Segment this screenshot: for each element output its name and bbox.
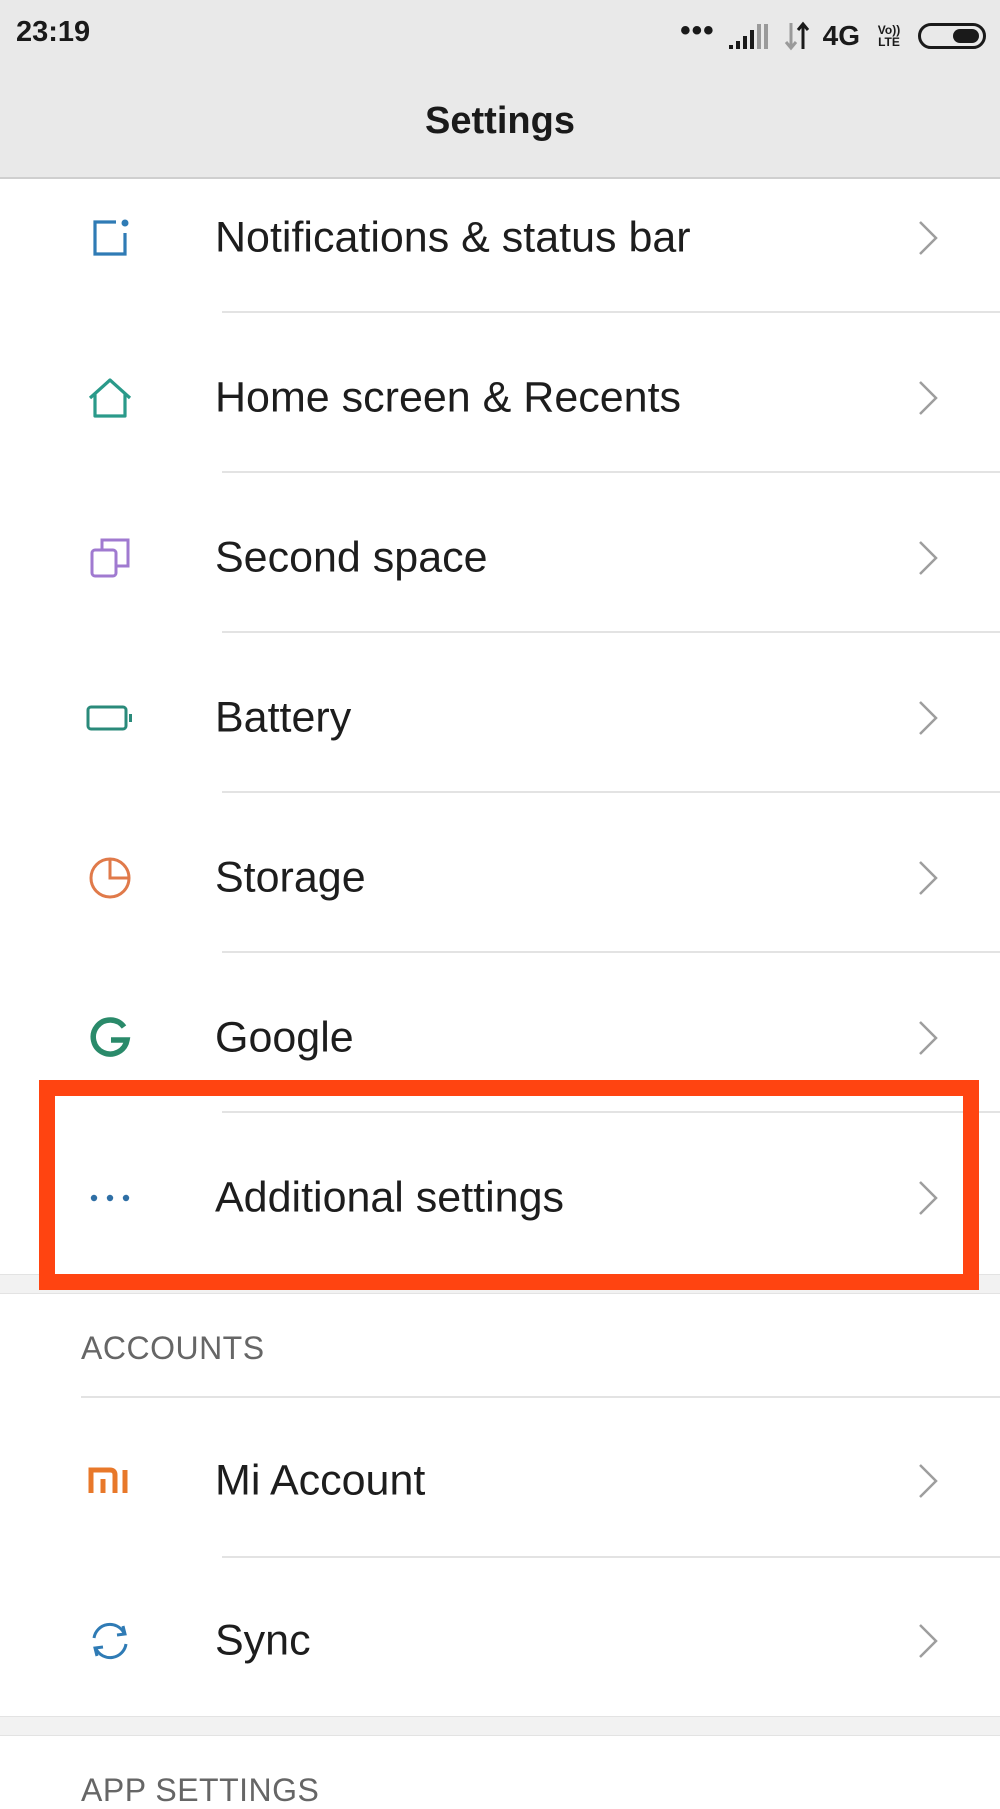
status-bar: 23:19 ••• 4G Vo)) LTE: [0, 0, 1000, 72]
settings-item-label: Battery: [215, 693, 352, 742]
chevron-right-icon: [919, 1021, 938, 1055]
section-header-accounts: ACCOUNTS: [81, 1330, 265, 1366]
mi-icon: [80, 1451, 140, 1511]
settings-item-label: Google: [215, 1013, 354, 1062]
chevron-right-icon: [919, 701, 938, 735]
settings-item-label: Home screen & Recents: [215, 373, 682, 422]
more-notifications-icon: •••: [680, 14, 715, 47]
chevron-right-icon: [919, 1181, 938, 1215]
chevron-right-icon: [919, 1624, 938, 1658]
chevron-right-icon: [919, 221, 938, 255]
settings-item-label: Mi Account: [215, 1456, 426, 1505]
battery-icon: [80, 688, 140, 748]
divider: [222, 1111, 1000, 1113]
settings-item-second-space[interactable]: Second space: [0, 478, 1000, 638]
home-icon: [80, 368, 140, 428]
settings-item-home-screen[interactable]: Home screen & Recents: [0, 318, 1000, 478]
status-icons: ••• 4G Vo)) LTE: [680, 14, 986, 58]
chevron-right-icon: [919, 861, 938, 895]
divider: [222, 951, 1000, 953]
volte-icon: Vo)) LTE: [877, 23, 901, 49]
settings-item-mi-account[interactable]: Mi Account: [0, 1401, 1000, 1561]
data-transfer-icon: [784, 21, 809, 51]
divider: [222, 311, 1000, 313]
status-time: 23:19: [16, 16, 91, 48]
chevron-right-icon: [919, 1464, 938, 1498]
page-title: Settings: [425, 100, 575, 142]
section-separator: [0, 1716, 1000, 1736]
settings-item-google[interactable]: Google: [0, 958, 1000, 1118]
notification-icon: [80, 208, 140, 268]
divider: [222, 471, 1000, 473]
settings-item-battery[interactable]: Battery: [0, 638, 1000, 798]
signal-icon: [728, 24, 768, 49]
divider: [222, 1556, 1000, 1558]
settings-item-sync[interactable]: Sync: [0, 1561, 1000, 1721]
settings-item-notifications[interactable]: Notifications & status bar: [0, 158, 1000, 318]
network-type: 4G: [822, 20, 860, 51]
sync-icon: [80, 1611, 140, 1671]
divider: [222, 791, 1000, 793]
chevron-right-icon: [919, 541, 938, 575]
google-icon: [80, 1008, 140, 1068]
settings-item-label: Sync: [215, 1616, 311, 1665]
divider: [81, 1396, 1000, 1398]
section-header-app-settings: APP SETTINGS: [81, 1772, 320, 1808]
settings-item-additional[interactable]: Additional settings: [0, 1118, 1000, 1278]
more-icon: [80, 1168, 140, 1228]
settings-item-label: Second space: [215, 533, 488, 582]
settings-item-storage[interactable]: Storage: [0, 798, 1000, 958]
storage-icon: [80, 848, 140, 908]
divider: [222, 631, 1000, 633]
section-separator: [0, 1274, 1000, 1294]
settings-item-label: Additional settings: [215, 1173, 564, 1222]
settings-item-label: Notifications & status bar: [215, 213, 691, 262]
battery-status-icon: [918, 23, 986, 49]
chevron-right-icon: [919, 381, 938, 415]
second-space-icon: [80, 528, 140, 588]
settings-item-label: Storage: [215, 853, 366, 902]
